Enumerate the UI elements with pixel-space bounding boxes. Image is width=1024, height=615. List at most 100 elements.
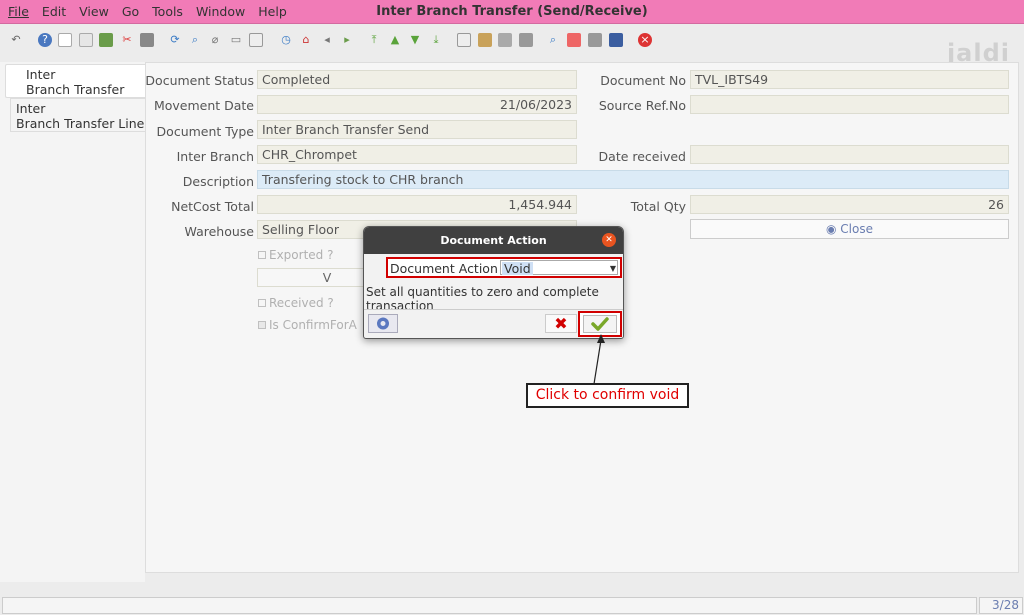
menu-bar: File Edit View Go Tools Window Help bbox=[8, 4, 287, 19]
document-type-field[interactable]: Inter Branch Transfer Send bbox=[257, 120, 577, 139]
dropdown-arrow-icon[interactable]: ▼ bbox=[610, 264, 616, 273]
movement-date-label: Movement Date bbox=[153, 98, 254, 113]
save-icon[interactable] bbox=[99, 33, 113, 47]
document-type-label: Document Type bbox=[156, 124, 254, 139]
movement-date-field[interactable]: 21/06/2023 bbox=[257, 95, 577, 114]
document-action-value: Void bbox=[502, 261, 533, 276]
requests-icon[interactable] bbox=[588, 33, 602, 47]
left-nav: Inter Branch Transfer Inter Branch Trans… bbox=[0, 62, 145, 582]
menu-file[interactable]: File bbox=[8, 4, 29, 19]
record-counter: 3/28 bbox=[979, 597, 1023, 614]
tab-inter-branch-transfer-line[interactable]: Inter Branch Transfer Line bbox=[10, 98, 145, 132]
last-record-icon[interactable]: ⤓ bbox=[429, 33, 443, 47]
tab-label-line1: Inter bbox=[26, 67, 56, 82]
checkmark-icon bbox=[591, 317, 609, 331]
close-button-label: Close bbox=[840, 222, 873, 236]
warehouse-label: Warehouse bbox=[184, 224, 254, 239]
inter-branch-label: Inter Branch bbox=[176, 149, 254, 164]
attachment-icon[interactable]: ⌀ bbox=[208, 33, 222, 47]
date-received-label: Date received bbox=[598, 149, 686, 164]
document-action-row: Document Action Void ▼ bbox=[386, 257, 622, 278]
tab-inter-branch-transfer[interactable]: Inter Branch Transfer bbox=[5, 64, 145, 98]
inter-branch-field[interactable]: CHR_Chrompet bbox=[257, 145, 577, 164]
report-icon[interactable] bbox=[457, 33, 471, 47]
close-circle-icon: ◉ bbox=[825, 222, 837, 236]
checkbox-square bbox=[258, 321, 266, 329]
annotation-callout: Click to confirm void bbox=[526, 383, 689, 408]
document-action-dialog: Document Action ✕ Document Action Void ▼… bbox=[363, 226, 624, 339]
date-received-field[interactable] bbox=[690, 145, 1009, 164]
status-bar: 3/28 bbox=[0, 582, 1024, 615]
print-preview-icon[interactable] bbox=[498, 33, 512, 47]
refresh-icon[interactable]: ⟳ bbox=[168, 33, 182, 47]
ok-button[interactable] bbox=[583, 315, 617, 333]
tab-label-line2: Branch Transfer bbox=[26, 82, 125, 97]
grid-toggle-icon[interactable] bbox=[249, 33, 263, 47]
title-bar: File Edit View Go Tools Window Help Inte… bbox=[0, 0, 1024, 24]
menu-go[interactable]: Go bbox=[122, 4, 139, 19]
first-record-icon[interactable]: ⤒ bbox=[367, 33, 381, 47]
dialog-divider bbox=[364, 309, 623, 310]
find-icon[interactable]: ⌕ bbox=[188, 33, 202, 47]
previous-record-icon[interactable]: ▲ bbox=[388, 33, 402, 47]
exported-checkbox[interactable]: Exported ? bbox=[258, 248, 333, 262]
menu-file-mnemonic: File bbox=[8, 4, 29, 19]
netcost-total-label: NetCost Total bbox=[171, 199, 254, 214]
received-label: Received ? bbox=[269, 296, 334, 310]
source-ref-field[interactable] bbox=[690, 95, 1009, 114]
preferences-button[interactable] bbox=[368, 314, 398, 333]
is-confirm-label: Is ConfirmForA bbox=[269, 318, 357, 332]
zoom-across-icon[interactable]: ⌕ bbox=[546, 33, 560, 47]
toolbar: ↶ ? ✂ ⟳ ⌕ ⌀ ▭ ◷ ⌂ ◂ ▸ ⤒ ▲ ▼ ⤓ ⌕ × jaldi bbox=[0, 25, 1024, 67]
tab-label-line1: Inter bbox=[16, 101, 46, 116]
home-icon[interactable]: ⌂ bbox=[299, 33, 313, 47]
menu-tools[interactable]: Tools bbox=[152, 4, 183, 19]
tab-label-line2: Branch Transfer Line bbox=[16, 116, 145, 131]
status-message bbox=[2, 597, 977, 614]
new-record-icon[interactable] bbox=[58, 33, 72, 47]
next-record-icon[interactable]: ▼ bbox=[408, 33, 422, 47]
dialog-header: Document Action ✕ bbox=[364, 227, 623, 254]
cancel-button[interactable]: ✖ bbox=[545, 314, 577, 333]
document-action-select[interactable]: Void ▼ bbox=[500, 260, 618, 275]
checkbox-square bbox=[258, 251, 266, 259]
help-icon[interactable]: ? bbox=[38, 33, 52, 47]
chat-icon[interactable]: ▭ bbox=[229, 33, 243, 47]
exported-label: Exported ? bbox=[269, 248, 334, 262]
copy-record-icon[interactable] bbox=[79, 33, 93, 47]
document-no-field: TVL_IBTS49 bbox=[690, 70, 1009, 89]
netcost-total-field: 1,454.944 bbox=[257, 195, 577, 214]
product-info-icon[interactable] bbox=[609, 33, 623, 47]
history-icon[interactable]: ◷ bbox=[279, 33, 293, 47]
gear-icon bbox=[377, 317, 389, 330]
document-action-label: Document Action bbox=[390, 261, 498, 276]
delete-selection-icon[interactable] bbox=[140, 33, 154, 47]
menu-edit[interactable]: Edit bbox=[42, 4, 66, 19]
close-button[interactable]: ◉ Close bbox=[690, 219, 1009, 239]
description-label: Description bbox=[182, 174, 254, 189]
document-status-field: Completed bbox=[257, 70, 577, 89]
parent-record-icon[interactable]: ◂ bbox=[320, 33, 334, 47]
checkbox-square bbox=[258, 299, 266, 307]
document-status-label: Document Status bbox=[145, 73, 254, 88]
document-no-label: Document No bbox=[600, 73, 686, 88]
menu-window[interactable]: Window bbox=[196, 4, 245, 19]
cancel-x-icon: ✖ bbox=[554, 314, 568, 333]
dialog-message: Set all quantities to zero and complete … bbox=[366, 285, 599, 309]
is-confirm-checkbox[interactable]: Is ConfirmForA bbox=[258, 318, 357, 332]
menu-view[interactable]: View bbox=[79, 4, 109, 19]
received-checkbox[interactable]: Received ? bbox=[258, 296, 334, 310]
delete-icon[interactable]: ✂ bbox=[120, 33, 134, 47]
close-window-icon[interactable]: × bbox=[638, 33, 652, 47]
total-qty-field: 26 bbox=[690, 195, 1009, 214]
archive-icon[interactable] bbox=[478, 33, 492, 47]
print-icon[interactable] bbox=[519, 33, 533, 47]
detail-record-icon[interactable]: ▸ bbox=[340, 33, 354, 47]
active-workflows-icon[interactable] bbox=[567, 33, 581, 47]
menu-help[interactable]: Help bbox=[258, 4, 287, 19]
description-field[interactable]: Transfering stock to CHR branch bbox=[257, 170, 1009, 189]
source-ref-label: Source Ref.No bbox=[598, 98, 686, 113]
dialog-close-icon[interactable]: ✕ bbox=[602, 233, 616, 247]
undo-icon[interactable]: ↶ bbox=[9, 33, 23, 47]
annotation-arrow bbox=[593, 334, 605, 385]
